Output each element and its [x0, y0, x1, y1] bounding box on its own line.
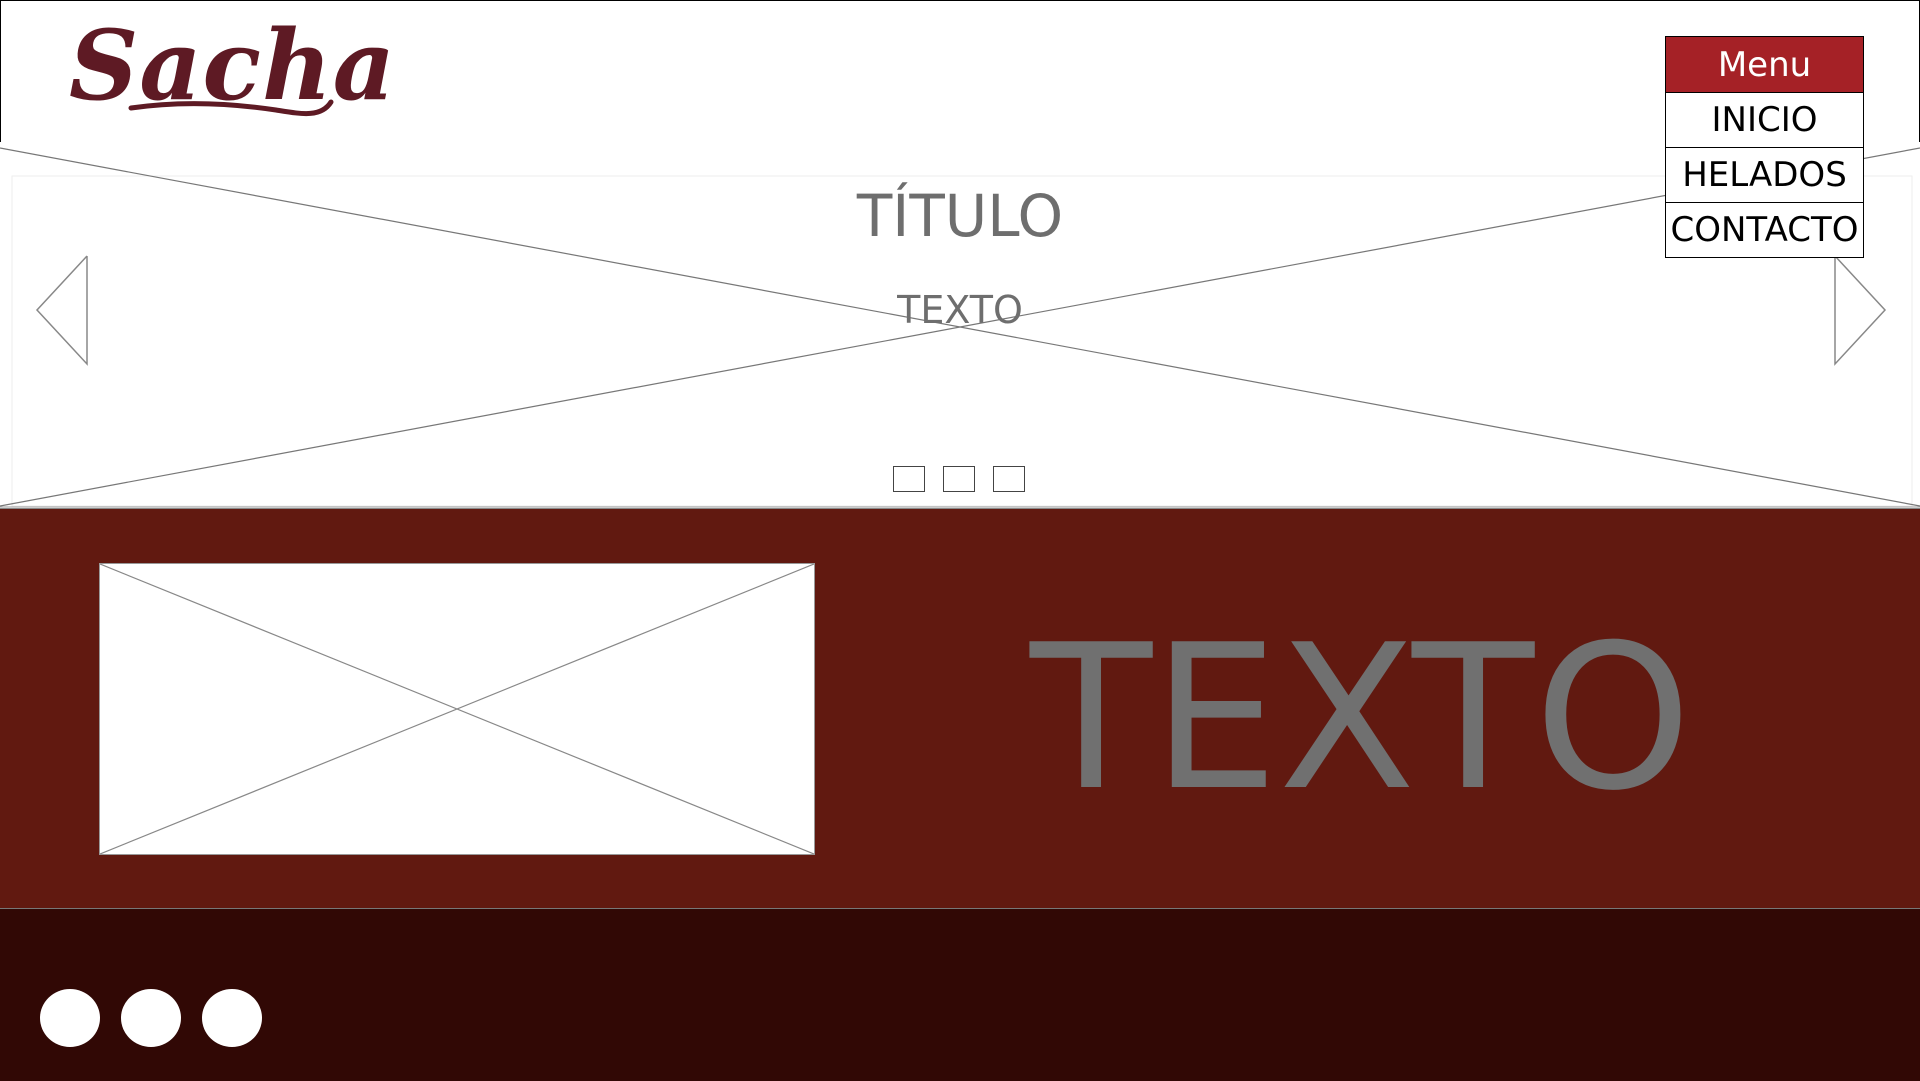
site-header: Sacha — [0, 0, 1920, 143]
hero-title: TÍTULO — [856, 182, 1064, 250]
feature-text: TEXTO — [1030, 602, 1692, 835]
menu-item-helados[interactable]: HELADOS — [1666, 148, 1863, 203]
feature-image-placeholder — [99, 563, 815, 855]
feature-section: TEXTO — [0, 508, 1920, 909]
social-links — [40, 989, 262, 1047]
hero-carousel: TÍTULO TEXTO — [0, 142, 1920, 508]
menu-toggle-button[interactable]: Menu — [1666, 37, 1863, 93]
dropdown-menu: Menu INICIO HELADOS CONTACTO — [1665, 36, 1864, 258]
carousel-indicator-2[interactable] — [943, 466, 975, 492]
social-link-1-icon[interactable] — [40, 989, 100, 1047]
carousel-indicator-3[interactable] — [993, 466, 1025, 492]
site-footer — [0, 908, 1920, 1081]
chevron-right-icon[interactable] — [1832, 254, 1888, 366]
social-link-2-icon[interactable] — [121, 989, 181, 1047]
hero-text: TEXTO — [897, 288, 1023, 332]
carousel-indicators — [893, 466, 1025, 492]
chevron-left-icon[interactable] — [34, 254, 90, 366]
menu-item-contacto[interactable]: CONTACTO — [1666, 203, 1863, 257]
image-placeholder-icon — [99, 563, 815, 855]
social-link-3-icon[interactable] — [202, 989, 262, 1047]
logo-swash-decoration — [128, 99, 334, 117]
carousel-indicator-1[interactable] — [893, 466, 925, 492]
menu-item-inicio[interactable]: INICIO — [1666, 93, 1863, 148]
